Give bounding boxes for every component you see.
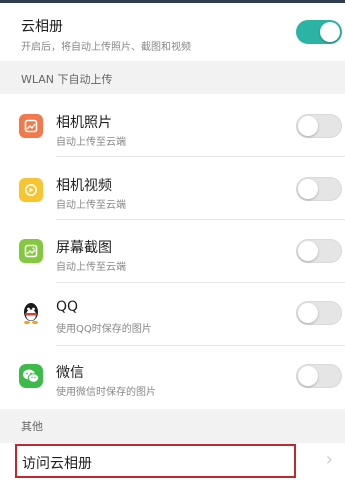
- highlight-box: [15, 444, 296, 478]
- other-section-header: 其他: [0, 409, 345, 443]
- screenshot-title: 屏幕截图: [56, 240, 112, 256]
- qq-icon: [19, 301, 43, 325]
- list-item-wechat[interactable]: 微信 使用微信时保存的图片: [0, 346, 345, 409]
- list-item-screenshot[interactable]: 屏幕截图 自动上传至云端: [0, 220, 345, 283]
- wechat-toggle[interactable]: [296, 364, 342, 388]
- camera-photo-subtitle: 自动上传至云端: [56, 137, 126, 148]
- cloud-album-row[interactable]: 云相册 开启后，将自动上传照片、截图和视频: [0, 3, 345, 61]
- wlan-section-header: WLAN 下自动上传: [0, 61, 345, 94]
- chevron-right-icon: ›: [325, 449, 333, 470]
- wechat-title: 微信: [56, 365, 84, 381]
- camera-video-subtitle: 自动上传至云端: [56, 200, 126, 211]
- qq-subtitle: 使用QQ时保存的图片: [56, 324, 152, 335]
- toggle-knob: [298, 179, 318, 199]
- camera-video-icon: [19, 178, 43, 202]
- toggle-knob: [298, 241, 318, 261]
- camera-video-toggle[interactable]: [296, 177, 342, 201]
- wechat-subtitle: 使用微信时保存的图片: [56, 387, 156, 398]
- cloud-album-title: 云相册: [21, 19, 63, 35]
- qq-toggle[interactable]: [296, 301, 342, 325]
- wlan-section-title: WLAN 下自动上传: [21, 73, 113, 86]
- toggle-knob: [298, 366, 318, 386]
- toggle-knob: [298, 303, 318, 323]
- screenshot-toggle[interactable]: [296, 239, 342, 263]
- screenshot-subtitle: 自动上传至云端: [56, 262, 126, 273]
- wechat-icon: [19, 364, 43, 388]
- camera-photo-icon: [19, 114, 43, 138]
- list-item-camera-photo[interactable]: 相机照片 自动上传至云端: [0, 94, 345, 157]
- cloud-album-subtitle: 开启后，将自动上传照片、截图和视频: [21, 42, 191, 53]
- camera-photo-toggle[interactable]: [296, 114, 342, 138]
- list-item-qq[interactable]: QQ 使用QQ时保存的图片: [0, 283, 345, 346]
- list-item-camera-video[interactable]: 相机视频 自动上传至云端: [0, 157, 345, 220]
- cloud-album-toggle[interactable]: [296, 20, 342, 44]
- toggle-knob: [298, 116, 318, 136]
- screenshot-icon: [19, 239, 43, 263]
- toggle-knob: [320, 22, 340, 42]
- camera-video-title: 相机视频: [56, 178, 112, 194]
- other-section-title: 其他: [21, 420, 43, 433]
- qq-title: QQ: [56, 299, 79, 315]
- camera-photo-title: 相机照片: [56, 115, 112, 131]
